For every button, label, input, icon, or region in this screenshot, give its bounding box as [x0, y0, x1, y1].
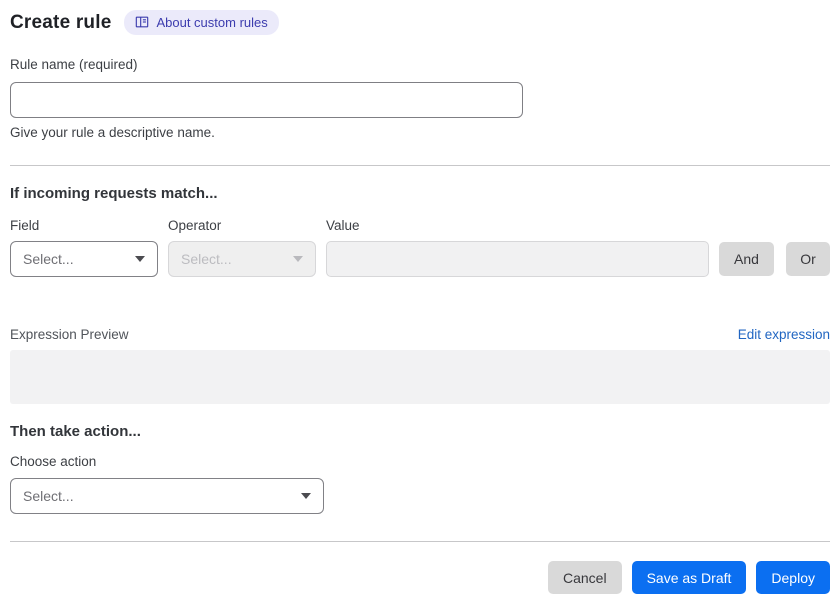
rule-name-helper: Give your rule a descriptive name.	[10, 125, 215, 140]
edit-expression-link[interactable]: Edit expression	[738, 327, 830, 342]
field-column: Field Select...	[10, 217, 158, 277]
choose-action-label: Choose action	[10, 454, 97, 469]
chevron-down-icon	[135, 256, 145, 262]
action-section-heading: Then take action...	[10, 423, 141, 440]
create-rule-page: Create rule About custom rules Rule name…	[0, 0, 839, 597]
match-section-heading: If incoming requests match...	[10, 185, 218, 202]
chevron-down-icon	[301, 493, 311, 499]
or-button[interactable]: Or	[786, 242, 830, 276]
divider-bottom	[10, 541, 830, 542]
match-row: Field Select... Operator Select... Value…	[10, 217, 830, 277]
book-icon	[135, 15, 149, 29]
about-custom-rules-link[interactable]: About custom rules	[124, 10, 279, 35]
and-button[interactable]: And	[719, 242, 774, 276]
rule-name-block: Rule name (required) Give your rule a de…	[10, 56, 830, 140]
title-row: Create rule About custom rules	[10, 10, 830, 35]
and-or-group: And Or	[719, 242, 830, 277]
operator-label: Operator	[168, 218, 222, 233]
expression-preview-box	[10, 350, 830, 404]
field-select-value: Select...	[23, 251, 74, 267]
value-label: Value	[326, 218, 360, 233]
field-select[interactable]: Select...	[10, 241, 158, 277]
value-input[interactable]	[326, 241, 709, 277]
choose-action-select-value: Select...	[23, 488, 74, 504]
chevron-down-icon	[293, 256, 303, 262]
value-column: Value	[326, 217, 709, 277]
expression-preview-header: Expression Preview Edit expression	[10, 327, 830, 342]
cancel-button[interactable]: Cancel	[547, 561, 622, 594]
operator-select[interactable]: Select...	[168, 241, 316, 277]
divider-top	[10, 165, 830, 166]
deploy-button[interactable]: Deploy	[756, 561, 830, 594]
page-title: Create rule	[10, 11, 112, 33]
operator-select-value: Select...	[181, 251, 232, 267]
expression-preview-label: Expression Preview	[10, 327, 129, 342]
rule-name-input[interactable]	[10, 82, 523, 118]
field-label: Field	[10, 218, 40, 233]
save-as-draft-button[interactable]: Save as Draft	[631, 561, 747, 594]
about-custom-rules-label: About custom rules	[156, 14, 268, 30]
operator-column: Operator Select...	[168, 217, 316, 277]
choose-action-select[interactable]: Select...	[10, 478, 324, 514]
rule-name-label: Rule name (required)	[10, 57, 138, 72]
footer-actions: Cancel Save as Draft Deploy	[10, 561, 830, 594]
